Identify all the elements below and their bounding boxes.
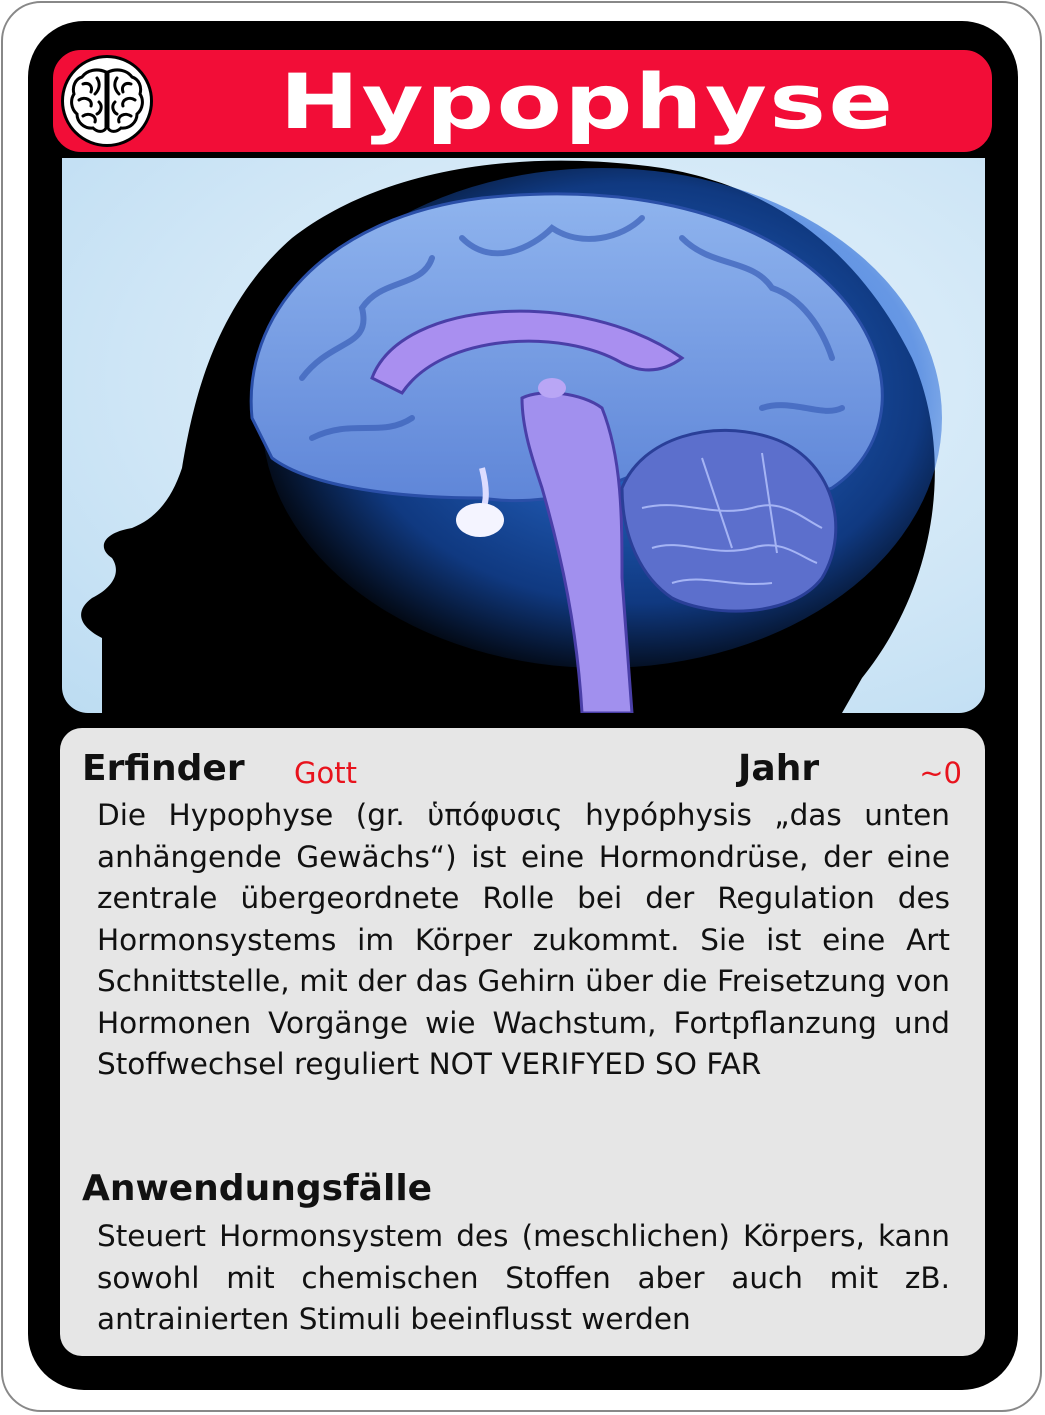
usecases-text: Steuert Hormonsystem des (meschlichen) K… (97, 1219, 950, 1336)
inventor-value: Gott (294, 756, 357, 790)
description-text: Die Hypophyse (gr. ὑπόφυσις hypóphysis „… (97, 798, 950, 1081)
year-label: Jahr (738, 748, 820, 789)
usecases-label: Anwendungsfälle (82, 1168, 433, 1209)
brain-illustration (62, 158, 985, 713)
card-title: Hypophyse (279, 56, 896, 146)
inventor-label: Erfinder (82, 748, 245, 789)
title-bar: Hypophyse (51, 48, 994, 154)
inventor-year-row: Erfinder Gott Jahr ~0 (82, 748, 962, 796)
year-value: ~0 (919, 756, 962, 790)
